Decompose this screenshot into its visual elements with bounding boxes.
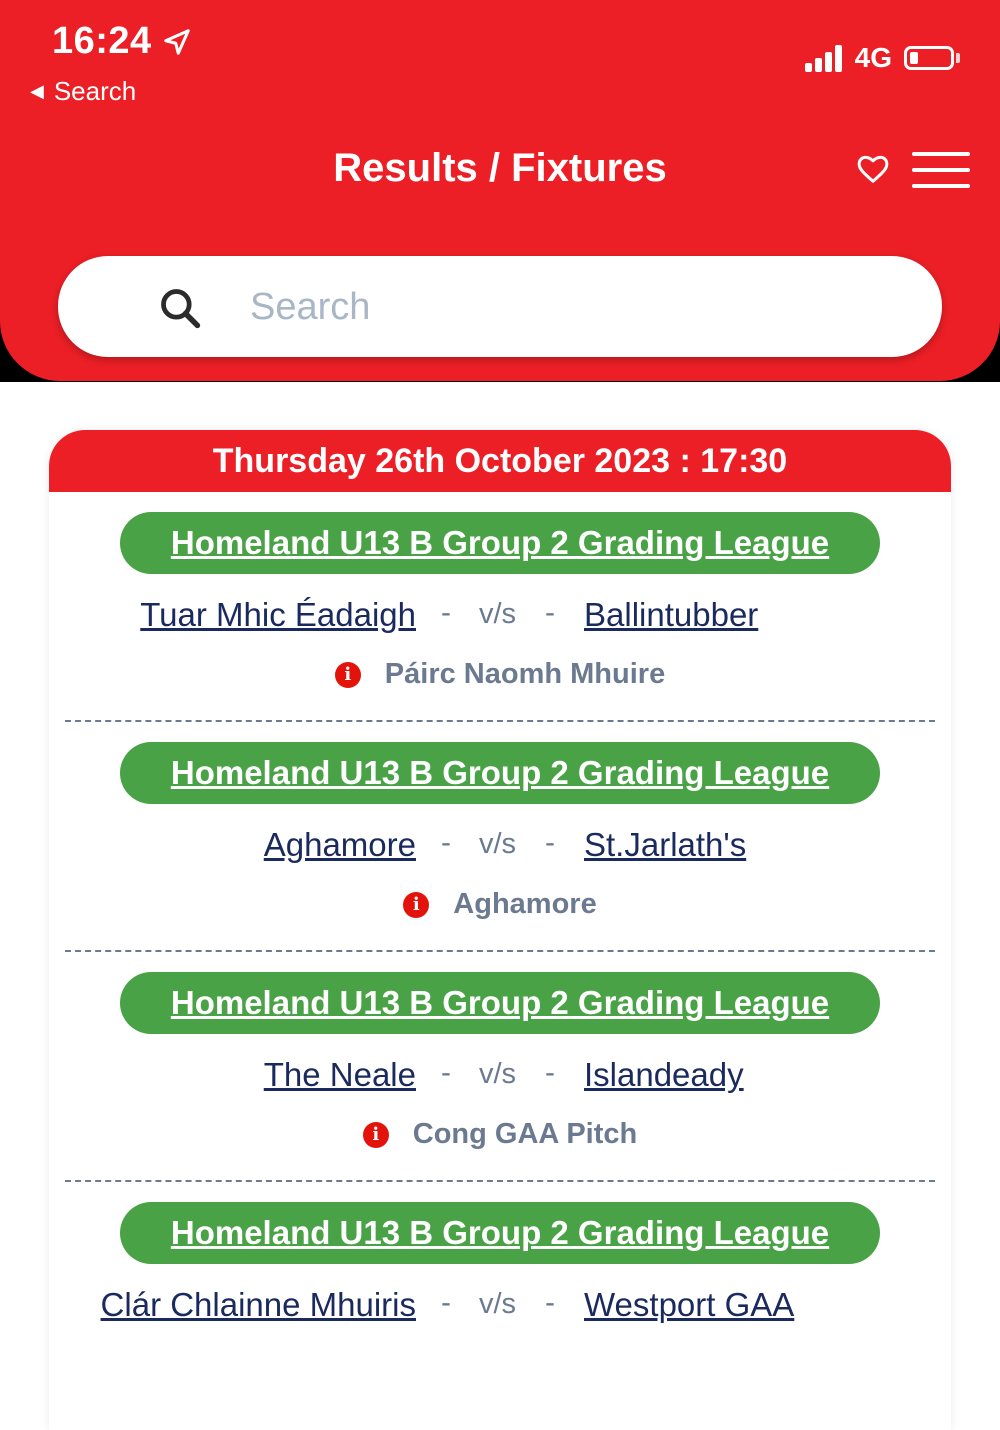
info-icon: i	[403, 891, 430, 918]
league-link[interactable]: Homeland U13 B Group 2 Grading League	[120, 742, 880, 804]
away-team-link[interactable]: Islandeady	[584, 1056, 744, 1094]
fixtures-card: Thursday 26th October 2023 : 17:30 Homel…	[49, 430, 951, 1430]
fixture-item: Homeland U13 B Group 2 Grading League Cl…	[49, 1182, 951, 1412]
away-team-link[interactable]: Ballintubber	[584, 596, 758, 634]
back-triangle-icon: ◀	[30, 81, 44, 101]
location-arrow-icon	[163, 28, 190, 55]
versus-label: v/s	[479, 1288, 517, 1320]
search-input[interactable]	[248, 278, 892, 336]
venue[interactable]: i Cong GAA Pitch	[49, 1118, 951, 1151]
fixture-date-heading: Thursday 26th October 2023 : 17:30	[49, 430, 951, 492]
separator: -	[441, 1286, 451, 1319]
home-team-link[interactable]: Tuar Mhic Éadaigh	[140, 596, 416, 634]
fixture-teams: Aghamore - v/s - St.Jarlath's	[49, 826, 951, 870]
league-link[interactable]: Homeland U13 B Group 2 Grading League	[120, 512, 880, 574]
status-indicators: 4G	[804, 42, 960, 74]
back-to-search-link[interactable]: ◀ Search	[30, 76, 136, 107]
fixture-item: Homeland U13 B Group 2 Grading League Th…	[49, 952, 951, 1182]
versus-label: v/s	[479, 598, 517, 630]
favorites-heart-icon[interactable]	[856, 154, 890, 184]
status-time: 16:24	[52, 20, 192, 63]
cellular-signal-icon	[804, 44, 845, 72]
league-link[interactable]: Homeland U13 B Group 2 Grading League	[120, 972, 880, 1034]
network-type: 4G	[854, 42, 892, 73]
menu-hamburger-icon[interactable]	[912, 152, 970, 200]
fixture-item: Homeland U13 B Group 2 Grading League Ag…	[49, 722, 951, 952]
versus-label: v/s	[479, 828, 517, 860]
search-icon	[161, 289, 201, 329]
back-label: Search	[53, 76, 137, 106]
away-team-link[interactable]: Westport GAA	[584, 1286, 794, 1324]
battery-icon	[904, 46, 954, 70]
versus-label: v/s	[479, 1058, 517, 1090]
separator: -	[441, 596, 451, 629]
page-title: Results / Fixtures	[333, 146, 667, 190]
fixture-teams: The Neale - v/s - Islandeady	[49, 1056, 951, 1100]
separator: -	[545, 1056, 555, 1089]
separator: -	[545, 596, 555, 629]
venue[interactable]: i Páirc Naomh Mhuire	[49, 658, 951, 691]
app-header: 16:24 ◀ Search 4G Results / Fixtures	[0, 0, 1000, 381]
separator: -	[545, 826, 555, 859]
info-icon: i	[362, 1121, 389, 1148]
fixture-item: Homeland U13 B Group 2 Grading League Tu…	[49, 492, 951, 722]
league-link[interactable]: Homeland U13 B Group 2 Grading League	[120, 1202, 880, 1264]
fixture-teams: Clár Chlainne Mhuiris - v/s - Westport G…	[49, 1286, 951, 1330]
status-time-text: 16:24	[52, 20, 152, 62]
home-team-link[interactable]: Aghamore	[264, 826, 416, 864]
venue-name: Aghamore	[453, 888, 597, 920]
venue[interactable]: i Aghamore	[49, 888, 951, 921]
venue-name: Páirc Naomh Mhuire	[384, 658, 666, 690]
battery-tip	[956, 53, 960, 63]
venue-name: Cong GAA Pitch	[412, 1118, 638, 1150]
separator: -	[441, 1056, 451, 1089]
away-team-link[interactable]: St.Jarlath's	[584, 826, 746, 864]
separator: -	[545, 1286, 555, 1319]
info-icon: i	[334, 661, 361, 688]
search-bar[interactable]	[58, 256, 942, 357]
home-team-link[interactable]: The Neale	[264, 1056, 416, 1094]
fixture-teams: Tuar Mhic Éadaigh - v/s - Ballintubber	[49, 596, 951, 640]
home-team-link[interactable]: Clár Chlainne Mhuiris	[101, 1286, 416, 1324]
separator: -	[441, 826, 451, 859]
